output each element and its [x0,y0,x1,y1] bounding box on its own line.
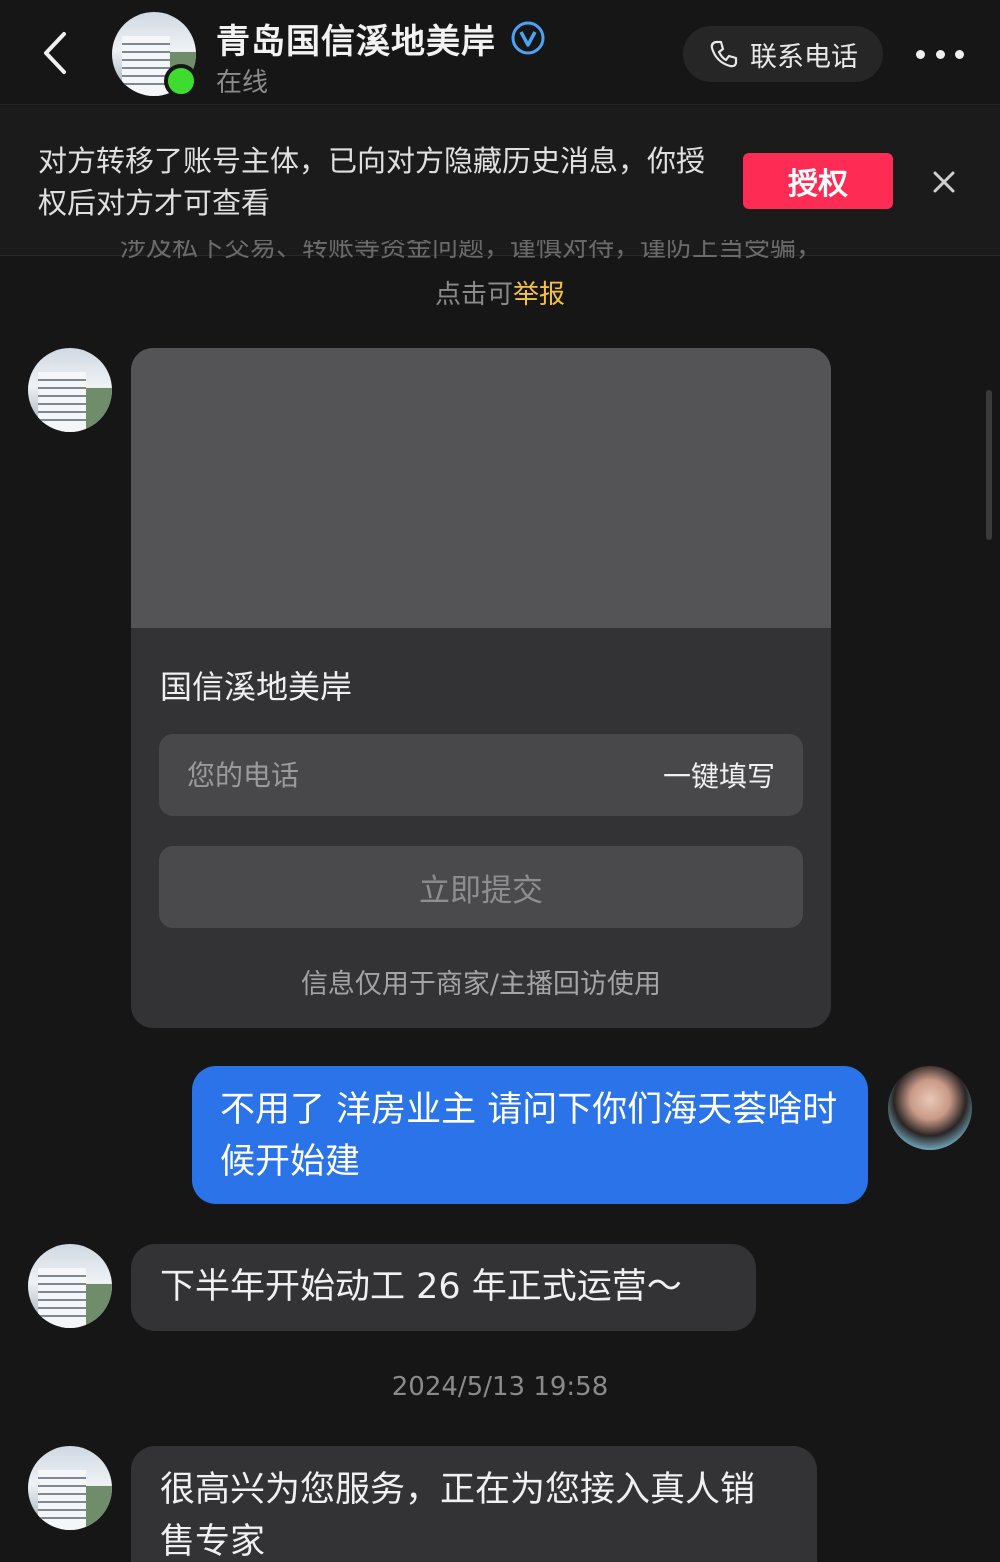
report-link[interactable]: 举报 [513,280,565,310]
report-line: 点击可举报 [0,274,1000,311]
submit-button[interactable]: 立即提交 [159,846,803,928]
message-timestamp: 2024/5/13 19:58 [391,1372,609,1402]
contact-avatar[interactable] [28,348,112,432]
autofill-button[interactable]: 一键填写 [663,734,775,816]
phone-input[interactable] [187,734,617,816]
online-status: 在线 [216,68,269,98]
authorize-button[interactable]: 授权 [743,153,893,209]
phone-icon [710,40,738,68]
my-avatar[interactable] [888,1066,972,1150]
lead-form-card: 国信溪地美岸 一键填写 立即提交 信息仅用于商家/主播回访使用 [131,348,831,1028]
report-prefix: 点击可 [434,280,513,310]
more-options-icon[interactable] [916,40,964,68]
my-message-bubble[interactable]: 不用了 洋房业主 请问下你们海天荟啥时候开始建 [192,1066,868,1204]
scrollbar[interactable] [986,390,992,540]
account-transfer-notice: 对方转移了账号主体，已向对方隐藏历史消息，你授权后对方才可查看 授权 [0,106,1000,256]
privacy-footnote: 信息仅用于商家/主播回访使用 [300,969,662,1000]
online-indicator [164,64,198,98]
contact-avatar[interactable] [28,1446,112,1530]
notice-text: 对方转移了账号主体，已向对方隐藏历史消息，你授权后对方才可查看 [38,144,706,220]
call-label: 联系电话 [750,41,858,73]
contact-avatar[interactable] [28,1244,112,1328]
back-arrow-icon[interactable] [36,28,76,78]
phone-field: 一键填写 [159,734,803,816]
verified-badge-icon [510,20,546,56]
close-icon[interactable] [928,166,960,198]
their-message-bubble[interactable]: 很高兴为您服务，正在为您接入真人销售专家 [131,1446,817,1562]
safety-tip-text: 涉及私下交易、转账等资金问题，谨慎对待，谨防上当受骗， [120,240,823,263]
contact-name: 青岛国信溪地美岸 [216,22,496,62]
their-message-bubble[interactable]: 下半年开始动工 26 年正式运营～ [131,1244,756,1331]
contact-phone-button[interactable]: 联系电话 [683,26,883,82]
card-image-placeholder [131,348,831,628]
chat-header: 青岛国信溪地美岸 在线 联系电话 [0,0,1000,105]
card-title: 国信溪地美岸 [160,668,353,706]
